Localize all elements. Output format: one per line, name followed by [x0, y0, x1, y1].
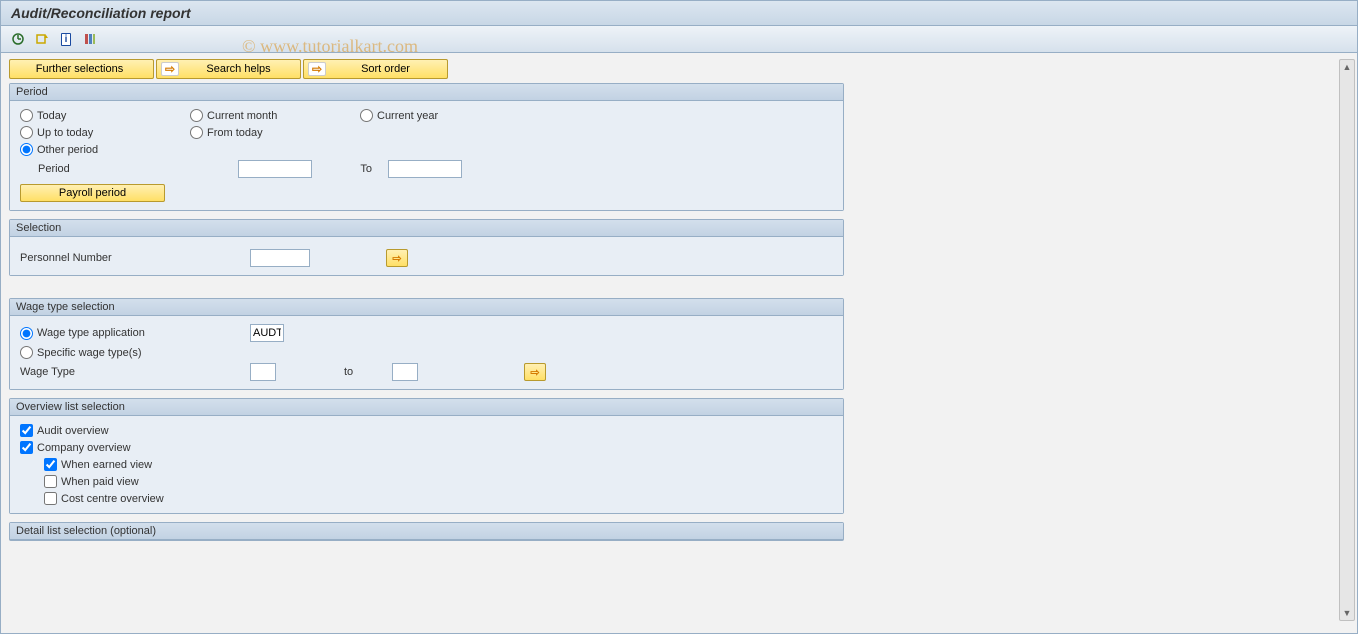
app-frame: Audit/Reconciliation report i © www.tuto…	[0, 0, 1358, 634]
selection-group-title: Selection	[10, 220, 843, 237]
wage-type-label: Wage Type	[20, 366, 242, 378]
execute-icon[interactable]	[9, 30, 27, 48]
payroll-period-label: Payroll period	[59, 187, 126, 199]
check-audit-overview[interactable]: Audit overview	[20, 424, 833, 437]
radio-today-label: Today	[37, 110, 66, 122]
sort-order-label: Sort order	[332, 63, 439, 75]
multiple-selection-button[interactable]: ⇨	[386, 249, 408, 267]
detail-group-title: Detail list selection (optional)	[10, 523, 843, 540]
wage-app-input[interactable]	[250, 324, 284, 342]
check-when-earned-label: When earned view	[61, 459, 152, 471]
wage-multiple-selection-button[interactable]: ⇨	[524, 363, 546, 381]
arrow-right-icon: ⇨	[308, 62, 326, 76]
main-toolbar: i	[1, 26, 1357, 53]
radio-other-period[interactable]: Other period	[20, 143, 190, 156]
search-helps-label: Search helps	[185, 63, 292, 75]
radio-up-to-today[interactable]: Up to today	[20, 126, 190, 139]
radio-up-to-today-label: Up to today	[37, 127, 93, 139]
payroll-period-button[interactable]: Payroll period	[20, 184, 165, 202]
radio-specific-wage-label: Specific wage type(s)	[37, 347, 142, 359]
scroll-up-icon[interactable]: ▲	[1343, 62, 1352, 72]
info-icon[interactable]: i	[57, 30, 75, 48]
search-helps-button[interactable]: ⇨ Search helps	[156, 59, 301, 79]
check-company-overview[interactable]: Company overview	[20, 441, 833, 454]
radio-from-today[interactable]: From today	[190, 126, 360, 139]
check-when-paid-label: When paid view	[61, 476, 139, 488]
personnel-number-input[interactable]	[250, 249, 310, 267]
title-bar: Audit/Reconciliation report	[1, 1, 1357, 26]
check-when-earned[interactable]: When earned view	[44, 458, 833, 471]
radio-current-year[interactable]: Current year	[360, 109, 530, 122]
scroll-down-icon[interactable]: ▼	[1343, 608, 1352, 618]
selection-group: Selection Personnel Number ⇨	[9, 219, 844, 276]
content-area: ▲ ▼ Further selections ⇨ Search helps ⇨ …	[1, 53, 1357, 627]
period-group-title: Period	[10, 84, 843, 101]
radio-specific-wage-types[interactable]: Specific wage type(s)	[20, 346, 242, 359]
period-group: Period Today Current month Current year …	[9, 83, 844, 211]
further-selections-label: Further selections	[14, 63, 145, 75]
period-to-label: To	[320, 163, 380, 175]
radio-wage-type-app-label: Wage type application	[37, 327, 145, 339]
radio-other-period-label: Other period	[37, 144, 98, 156]
wage-type-to-input[interactable]	[392, 363, 418, 381]
get-variant-icon[interactable]	[33, 30, 51, 48]
wage-type-group-title: Wage type selection	[10, 299, 843, 316]
vertical-scrollbar[interactable]: ▲ ▼	[1339, 59, 1355, 621]
arrow-right-icon: ⇨	[161, 62, 179, 76]
wage-type-group: Wage type selection Wage type applicatio…	[9, 298, 844, 390]
selection-screen-help-icon[interactable]	[81, 30, 99, 48]
radio-today[interactable]: Today	[20, 109, 190, 122]
period-from-input[interactable]	[238, 160, 312, 178]
period-to-input[interactable]	[388, 160, 462, 178]
check-cost-centre-label: Cost centre overview	[61, 493, 164, 505]
check-audit-label: Audit overview	[37, 425, 109, 437]
radio-current-month[interactable]: Current month	[190, 109, 360, 122]
radio-from-today-label: From today	[207, 127, 263, 139]
selection-buttons-row: Further selections ⇨ Search helps ⇨ Sort…	[9, 59, 1349, 79]
sort-order-button[interactable]: ⇨ Sort order	[303, 59, 448, 79]
radio-current-month-label: Current month	[207, 110, 277, 122]
wage-type-from-input[interactable]	[250, 363, 276, 381]
radio-wage-type-application[interactable]: Wage type application	[20, 327, 242, 340]
check-company-label: Company overview	[37, 442, 131, 454]
period-label: Period	[20, 163, 230, 175]
radio-current-year-label: Current year	[377, 110, 438, 122]
overview-group: Overview list selection Audit overview C…	[9, 398, 844, 514]
overview-group-title: Overview list selection	[10, 399, 843, 416]
page-title: Audit/Reconciliation report	[11, 5, 191, 21]
wage-to-label: to	[284, 366, 384, 378]
check-when-paid[interactable]: When paid view	[44, 475, 833, 488]
personnel-number-label: Personnel Number	[20, 252, 242, 264]
detail-group: Detail list selection (optional)	[9, 522, 844, 541]
further-selections-button[interactable]: Further selections	[9, 59, 154, 79]
check-cost-centre[interactable]: Cost centre overview	[44, 492, 833, 505]
